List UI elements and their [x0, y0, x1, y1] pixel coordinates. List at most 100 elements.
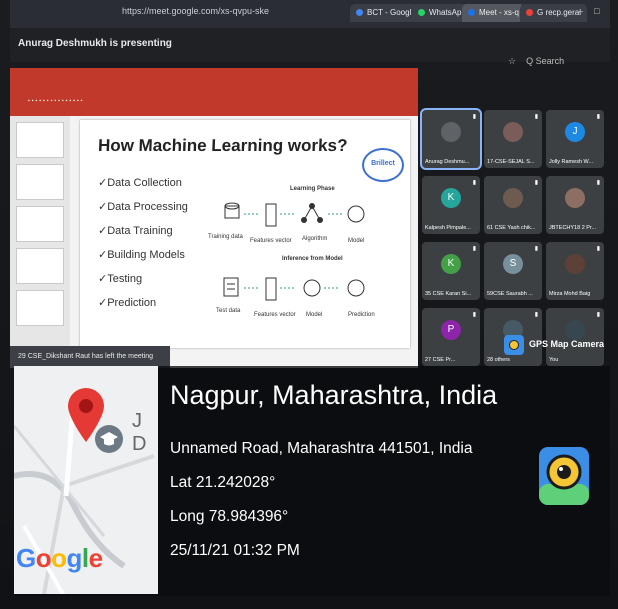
- mic-muted-icon: ▮: [472, 180, 476, 186]
- participant-tile[interactable]: ▮ 61 CSE Yash chik...: [484, 176, 542, 234]
- mic-muted-icon: ▮: [534, 114, 538, 120]
- participant-tile[interactable]: K ▮ 35 CSE Karan Si...: [422, 242, 480, 300]
- gps-address: Unnamed Road, Maharashtra 441501, India: [170, 440, 473, 457]
- mic-muted-icon: ▮: [472, 114, 476, 120]
- slide-thumb[interactable]: [16, 290, 64, 326]
- participant-name: 35 CSE Karan Si...: [425, 291, 472, 297]
- participant-tile[interactable]: J ▮ Jolly Ramesh W...: [546, 110, 604, 168]
- bullet-item: ✓Data Training: [98, 225, 173, 237]
- mic-muted-icon: ▮: [472, 312, 476, 318]
- mic-muted-icon: ▮: [534, 312, 538, 318]
- participant-name: JBTECHY18 2 Pr...: [549, 225, 597, 231]
- participant-avatar: P: [441, 320, 461, 340]
- search-box[interactable]: Q Search: [526, 56, 564, 66]
- document-icon: [223, 277, 239, 297]
- model-icon: [303, 279, 321, 297]
- bullet-item: ✓Testing: [98, 273, 143, 285]
- participant-tile[interactable]: ▮ 17-CSE-SEJAL S...: [484, 110, 542, 168]
- minimize-icon[interactable]: –: [578, 6, 583, 16]
- participant-name: Kalpesh Pimpale...: [425, 225, 471, 231]
- slide-canvas: How Machine Learning works? Brillect ✓Da…: [80, 120, 410, 348]
- participant-avatar: [565, 254, 585, 274]
- url-bar[interactable]: https://meet.google.com/xs-qvpu-ske: [122, 6, 269, 16]
- flow-label: Training data: [208, 234, 243, 240]
- star-icon[interactable]: ☆: [508, 56, 516, 66]
- tab-favicon-icon: [468, 9, 475, 17]
- tab-meet[interactable]: Meet - xs-q: [462, 4, 526, 22]
- model-icon: [347, 205, 365, 223]
- inference-phase-label: Inference from Model: [282, 256, 343, 262]
- features-icon: [265, 203, 277, 227]
- participant-avatar: S: [503, 254, 523, 274]
- slide-thumb[interactable]: [16, 206, 64, 242]
- participant-tile[interactable]: ▮ Anurag Deshmu...: [420, 108, 482, 170]
- participant-name: You: [549, 357, 559, 363]
- ppt-ribbon: ▪ ▪ ▪ ▪ ▪ ▪ ▪ ▪ ▪ ▪ ▪ ▪ ▪ ▪ ▪: [10, 68, 418, 116]
- map-place-label: J D: [132, 410, 147, 455]
- participant-avatar: J: [565, 122, 585, 142]
- tab-favicon-icon: [356, 9, 363, 17]
- flow-label: Prediction: [348, 312, 375, 318]
- tab-favicon-icon: [418, 9, 425, 17]
- bullet-item: ✓Data Collection: [98, 177, 182, 189]
- participant-avatar: [441, 122, 461, 142]
- flow-label: Algorithm: [302, 236, 328, 242]
- ribbon-tabs: ▪ ▪ ▪ ▪ ▪ ▪ ▪ ▪ ▪ ▪ ▪ ▪ ▪ ▪ ▪: [28, 98, 83, 104]
- flow-label: Features vector: [254, 312, 296, 318]
- participant-avatar: K: [441, 254, 461, 274]
- tab-bct[interactable]: BCT - Googl: [350, 4, 418, 22]
- training-flow-diagram: [224, 202, 365, 227]
- photo-frame: https://meet.google.com/xs-qvpu-ske BCT …: [0, 0, 618, 609]
- flow-label: Features vector: [250, 238, 292, 244]
- camera-app-icon: [504, 334, 524, 355]
- gps-latitude: Lat 21.242028°: [170, 474, 276, 491]
- participant-name: 27 CSE Pr...: [425, 357, 456, 363]
- inference-flow-diagram: [223, 277, 365, 301]
- left-meeting-toast: 29 CSE_Dikshant Raut has left the meetin…: [10, 346, 170, 368]
- mic-muted-icon: ▮: [596, 312, 600, 318]
- bullet-item: ✓Data Processing: [98, 201, 188, 213]
- browser-tools: ☆ Q Search: [508, 56, 564, 67]
- slide-thumb[interactable]: [16, 122, 64, 158]
- participant-name: Anurag Deshmu...: [425, 159, 470, 165]
- gps-camera-app-icon: [539, 447, 589, 505]
- prediction-icon: [347, 279, 365, 297]
- participant-name: 28 others: [487, 357, 510, 363]
- bullet-item: ✓Prediction: [98, 297, 157, 309]
- participant-name: 17-CSE-SEJAL S...: [487, 159, 535, 165]
- gps-city: Nagpur, Maharashtra, India: [170, 380, 498, 410]
- slide-thumbnails: [10, 116, 70, 368]
- participant-tile[interactable]: K ▮ Kalpesh Pimpale...: [422, 176, 480, 234]
- graduation-cap-icon: [95, 425, 123, 453]
- gps-longitude: Long 78.984396°: [170, 508, 289, 525]
- google-logo: Google: [16, 543, 103, 573]
- mic-muted-icon: ▮: [596, 114, 600, 120]
- mic-muted-icon: ▮: [534, 180, 538, 186]
- learning-phase-label: Learning Phase: [290, 186, 335, 192]
- slide-thumb[interactable]: [16, 248, 64, 284]
- participant-tile[interactable]: ▮ Mirza Mohd Baig: [546, 242, 604, 300]
- slide-title: How Machine Learning works?: [97, 136, 348, 155]
- gps-datetime: 25/11/21 01:32 PM: [170, 542, 300, 559]
- participant-name: 59CSE Saurabh ...: [487, 291, 533, 297]
- browser-tabstrip: https://meet.google.com/xs-qvpu-ske BCT …: [10, 0, 610, 28]
- participant-avatar: K: [441, 188, 461, 208]
- participant-tile[interactable]: ▮ JBTECHY18 2 Pr...: [546, 176, 604, 234]
- participant-tile[interactable]: P ▮ 27 CSE Pr...: [422, 308, 480, 366]
- shared-screen-powerpoint: ▪ ▪ ▪ ▪ ▪ ▪ ▪ ▪ ▪ ▪ ▪ ▪ ▪ ▪ ▪ How Machin…: [10, 68, 418, 368]
- flow-label: Model: [348, 238, 365, 244]
- brillect-logo: Brillect: [362, 148, 404, 182]
- mic-muted-icon: ▮: [472, 246, 476, 252]
- participant-avatar: [565, 188, 585, 208]
- mic-muted-icon: ▮: [534, 246, 538, 252]
- participant-name: Mirza Mohd Baig: [549, 291, 591, 297]
- tab-favicon-icon: [526, 9, 533, 17]
- maximize-icon[interactable]: □: [594, 6, 599, 16]
- tab-recp[interactable]: G recp.geral: [520, 4, 588, 22]
- mic-muted-icon: ▮: [596, 180, 600, 186]
- participant-tile[interactable]: S ▮ 59CSE Saurabh ...: [484, 242, 542, 300]
- flow-label: Model: [306, 312, 323, 318]
- bullet-item: ✓Building Models: [98, 249, 185, 261]
- slide-thumb[interactable]: [16, 164, 64, 200]
- features-icon: [265, 277, 277, 301]
